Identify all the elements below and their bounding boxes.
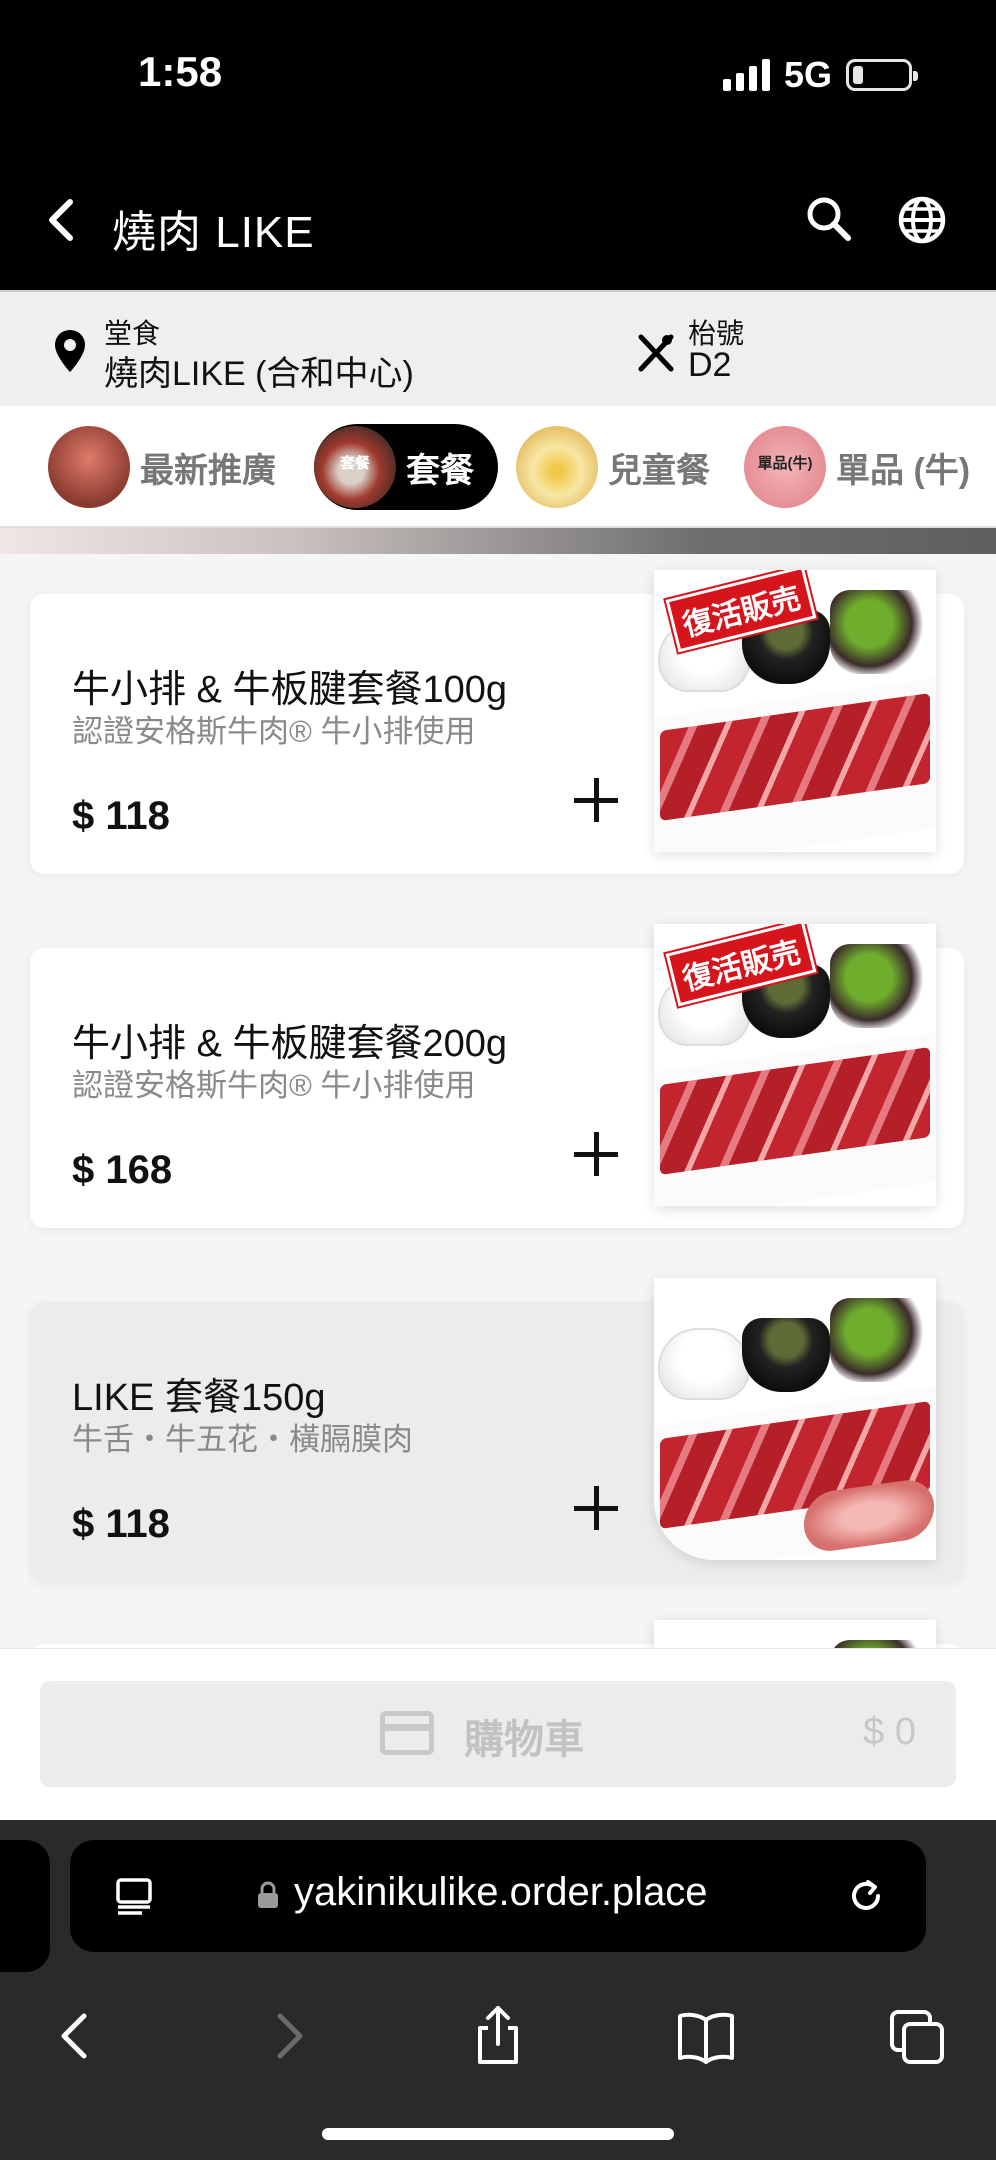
battery-icon <box>846 59 918 91</box>
salad-bowl <box>830 944 928 1028</box>
item-price: $ 168 <box>72 1148 173 1192</box>
network-type: 5G <box>783 54 832 95</box>
add-to-cart-button[interactable] <box>570 1482 622 1534</box>
item-description: 認證安格斯牛肉® 牛小排使用 <box>72 1068 476 1103</box>
order-info-bar: 堂食 燒肉LIKE (合和中心) 枱號 D2 <box>0 290 996 406</box>
salad-bowl <box>830 590 928 674</box>
tab-label: 最新推廣 <box>140 451 276 490</box>
category-thumbnail <box>48 426 130 508</box>
meat-plate <box>654 1386 936 1560</box>
tab-label: 套餐 <box>406 451 474 490</box>
item-name: 牛小排 & 牛板腱套餐100g <box>72 669 507 711</box>
tab-single-beef[interactable]: 單品(牛) 單品 (牛) <box>744 424 994 510</box>
store-name: 燒肉LIKE (合和中心) <box>104 355 414 393</box>
item-image: 復活販売 <box>654 570 936 852</box>
beef-slices <box>660 1047 930 1175</box>
signal-icon <box>722 59 770 91</box>
salad-bowl <box>830 1640 928 1648</box>
category-thumbnail <box>516 426 598 508</box>
search-icon <box>807 197 851 241</box>
tab-set-meal[interactable]: 套餐 套餐 <box>314 424 498 510</box>
item-price: $ 118 <box>72 794 170 838</box>
cart-area: 購物車 $ 0 <box>0 1648 996 1820</box>
tab-latest-promotion[interactable]: 最新推廣 <box>48 424 300 510</box>
item-image: 復活販売 <box>654 924 936 1206</box>
share-icon[interactable] <box>468 2004 528 2068</box>
banner-strip <box>0 528 996 554</box>
thumbnail-text: 單品(牛) <box>757 455 813 472</box>
address-bar[interactable]: yakinikulike.order.place <box>70 1840 926 1952</box>
menu-list[interactable]: 牛小排 & 牛板腱套餐100g 認證安格斯牛肉® 牛小排使用 $ 118 復活販… <box>0 554 996 1648</box>
cart-button[interactable]: 購物車 $ 0 <box>40 1681 956 1787</box>
item-image <box>654 1278 936 1560</box>
search-button[interactable] <box>800 190 860 250</box>
item-price: $ 118 <box>72 1502 170 1546</box>
item-description: 認證安格斯牛肉® 牛小排使用 <box>72 714 476 749</box>
tab-label: 兒童餐 <box>608 451 710 490</box>
globe-icon <box>898 196 946 244</box>
cart-total: $ 0 <box>863 1711 916 1753</box>
home-indicator <box>322 2128 674 2140</box>
browser-toolbar <box>0 1990 996 2090</box>
tabs-icon[interactable] <box>888 2004 948 2068</box>
thumbnail-text: 套餐 <box>339 455 370 472</box>
previous-tab-preview[interactable] <box>0 1840 50 1972</box>
menu-item-card[interactable]: 牛小排 & 牛板腱套餐100g 認證安格斯牛肉® 牛小排使用 $ 118 復活販… <box>30 570 964 874</box>
url-text[interactable]: yakinikulike.order.place <box>294 1870 708 1915</box>
menu-item-card[interactable]: 牛小排 & 牛板腱套餐200g 認證安格斯牛肉® 牛小排使用 $ 168 復活販… <box>30 924 964 1228</box>
back-button[interactable] <box>34 188 94 252</box>
tab-label: 單品 (牛) <box>836 451 971 490</box>
item-image <box>654 1620 936 1648</box>
soup-bowl <box>742 1318 830 1392</box>
item-name: 牛小排 & 牛板腱套餐200g <box>72 1023 507 1065</box>
language-button[interactable] <box>890 188 954 252</box>
cutlery-icon <box>638 334 674 372</box>
bookmarks-icon[interactable] <box>676 2004 736 2068</box>
add-to-cart-button[interactable] <box>570 1128 622 1180</box>
app-header: 燒肉 LIKE <box>0 150 996 290</box>
page-title: 燒肉 LIKE <box>112 208 315 257</box>
tab-kids-meal[interactable]: 兒童餐 <box>516 424 734 510</box>
status-time: 1:58 <box>138 48 223 95</box>
status-bar: 1:58 5G <box>0 0 996 150</box>
item-description: 牛舌・牛五花・橫膈膜肉 <box>72 1422 413 1457</box>
category-thumbnail: 套餐 <box>314 426 396 508</box>
category-thumbnail: 單品(牛) <box>744 426 826 508</box>
browser-chrome: yakinikulike.order.place <box>0 1820 996 2160</box>
meat-plate <box>654 1032 936 1206</box>
browser-forward-icon[interactable] <box>258 2004 318 2068</box>
item-name: LIKE 套餐150g <box>72 1377 326 1419</box>
meat-plate <box>654 678 936 852</box>
beef-slices <box>660 693 930 821</box>
status-indicators: 5G <box>722 54 918 96</box>
category-tabs: 最新推廣 套餐 套餐 兒童餐 單品(牛) 單品 (牛) <box>0 406 996 528</box>
browser-back-icon[interactable] <box>46 2004 106 2068</box>
credit-card-icon <box>380 1711 434 1755</box>
reader-mode-icon[interactable] <box>114 1876 154 1916</box>
reload-icon[interactable] <box>844 1874 888 1918</box>
menu-item-card[interactable]: LIKE 套餐150g 牛舌・牛五花・橫膈膜肉 $ 118 <box>30 1278 964 1582</box>
cart-label: 購物車 <box>464 1718 584 1762</box>
salad-bowl <box>830 1298 928 1382</box>
location-pin-icon <box>55 330 85 372</box>
table-number: D2 <box>688 346 732 384</box>
lock-icon <box>258 1881 278 1908</box>
add-to-cart-button[interactable] <box>570 774 622 826</box>
rice-bowl <box>658 1328 750 1400</box>
chevron-left-icon <box>49 199 73 241</box>
